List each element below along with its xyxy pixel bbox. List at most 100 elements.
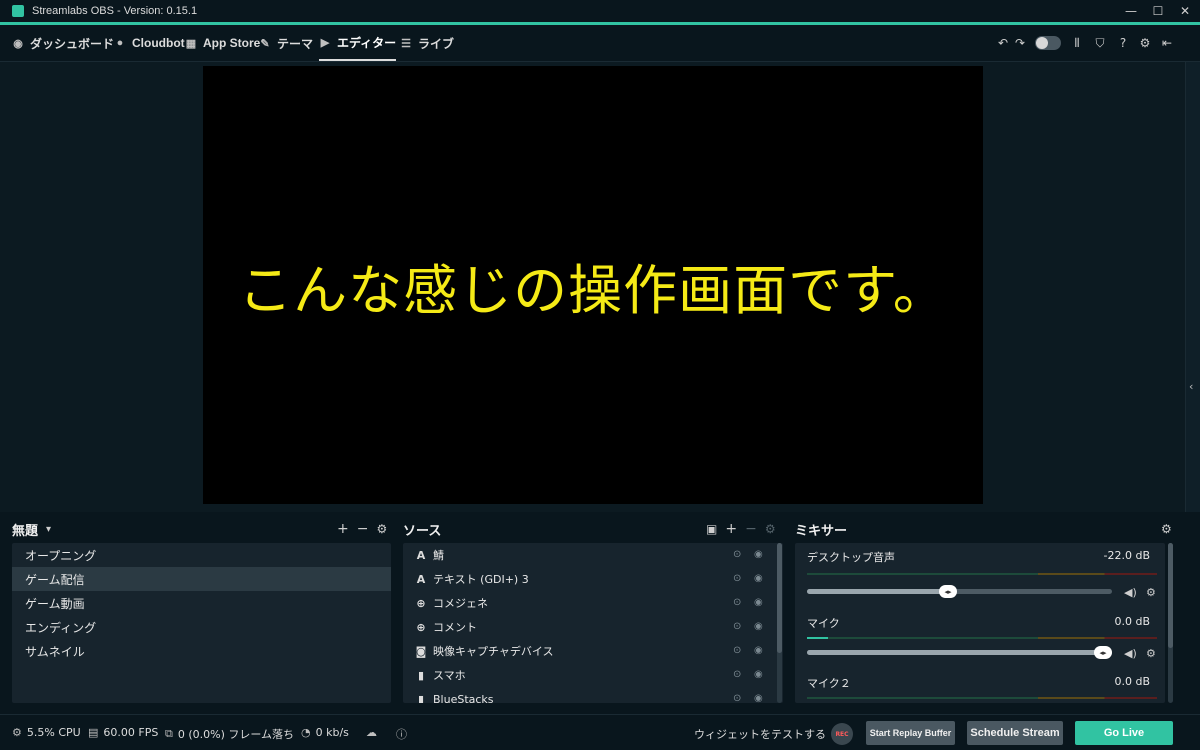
- eye-icon[interactable]: ◉: [754, 645, 763, 656]
- settings-icon[interactable]: ⚙: [1137, 35, 1153, 51]
- add-scene-button[interactable]: +: [337, 521, 349, 537]
- globe-icon: ⊕: [416, 620, 426, 634]
- add-source-button[interactable]: +: [725, 521, 737, 537]
- lock-icon[interactable]: ⊙: [733, 621, 741, 632]
- source-label: BlueStacks: [433, 692, 494, 704]
- slider-handle[interactable]: ◂▸: [939, 585, 957, 598]
- cloud-icon[interactable]: ☁: [366, 726, 377, 739]
- eye-icon[interactable]: ◉: [754, 669, 763, 680]
- source-item[interactable]: ⊕ コメント ⊙ ◉: [403, 615, 783, 639]
- shield-icon[interactable]: ⛉: [1092, 35, 1108, 51]
- dropped-frames-value: 0 (0.0%) フレーム落ち: [177, 728, 295, 741]
- window-title: Streamlabs OBS - Version: 0.15.1: [32, 5, 198, 17]
- eye-icon[interactable]: ◉: [754, 693, 763, 703]
- info-stat[interactable]: ⓘ: [396, 726, 407, 742]
- fps-icon: ▤: [88, 726, 99, 739]
- scene-item[interactable]: オープニング: [12, 543, 391, 567]
- volume-slider[interactable]: ◂▸: [807, 646, 1112, 659]
- replay-buffer-button[interactable]: Start Replay Buffer: [866, 721, 955, 745]
- channel-db: 0.0 dB: [1114, 615, 1150, 628]
- sources-title: ソース: [403, 523, 442, 539]
- info-icon[interactable]: ⓘ: [396, 726, 407, 742]
- sources-header: ソース: [403, 518, 441, 540]
- sources-scrollbar[interactable]: [777, 543, 782, 703]
- source-settings-icon[interactable]: ⚙: [765, 522, 776, 536]
- source-item[interactable]: ▮ BlueStacks ⊙ ◉: [403, 687, 783, 704]
- scene-item[interactable]: エンディング: [12, 615, 391, 639]
- channel-name: マイク: [807, 617, 840, 630]
- record-button[interactable]: REC: [831, 723, 853, 745]
- lock-icon[interactable]: ⊙: [733, 669, 741, 680]
- source-item[interactable]: A 鯖 ⊙ ◉: [403, 543, 783, 567]
- slider-handle[interactable]: ◂▸: [1094, 646, 1112, 659]
- lock-icon[interactable]: ⊙: [733, 549, 741, 560]
- scrollbar-thumb[interactable]: [1168, 543, 1173, 648]
- volume-slider[interactable]: ◂▸: [807, 585, 1112, 598]
- help-icon[interactable]: ?: [1115, 35, 1131, 51]
- go-live-button[interactable]: Go Live: [1075, 721, 1173, 745]
- chevron-left-icon: ‹: [1189, 380, 1194, 393]
- nav-dashboard[interactable]: ◉ ダッシュボード: [12, 25, 114, 61]
- add-folder-icon[interactable]: ▣: [706, 522, 717, 536]
- layout-icon[interactable]: ⦀: [1069, 35, 1085, 51]
- status-footer: ⚙ 5.5% CPU ▤ 60.00 FPS ⧉ 0 (0.0%) フレーム落ち…: [0, 714, 1200, 750]
- scene-item-selected[interactable]: ゲーム配信: [12, 567, 391, 591]
- cloudbot-icon: ●: [116, 37, 124, 49]
- remove-source-button[interactable]: −: [745, 521, 757, 537]
- nav-cloudbot[interactable]: ● Cloudbot: [114, 25, 185, 61]
- speaker-icon[interactable]: ◀): [1124, 647, 1137, 660]
- side-panel-toggle[interactable]: ‹: [1185, 62, 1200, 512]
- nav-editor[interactable]: ▶ エディター: [319, 25, 397, 61]
- test-widgets-link[interactable]: ウィジェットをテストする: [694, 726, 826, 742]
- scene-item[interactable]: ゲーム動画: [12, 591, 391, 615]
- scene-item[interactable]: サムネイル: [12, 639, 391, 663]
- lock-icon[interactable]: ⊙: [733, 597, 741, 608]
- close-button[interactable]: ✕: [1172, 0, 1198, 22]
- remove-scene-button[interactable]: −: [357, 521, 369, 537]
- stream-preview[interactable]: こんな感じの操作画面です。: [203, 66, 983, 504]
- scenes-list: オープニング ゲーム配信 ゲーム動画 エンディング サムネイル: [12, 543, 391, 703]
- scrollbar-thumb[interactable]: [777, 543, 782, 653]
- source-item[interactable]: A テキスト (GDI+) 3 ⊙ ◉: [403, 567, 783, 591]
- minimize-button[interactable]: —: [1118, 0, 1144, 22]
- dashboard-icon: ◉: [13, 37, 23, 50]
- eye-icon[interactable]: ◉: [754, 573, 763, 584]
- maximize-button[interactable]: ☐: [1145, 0, 1171, 22]
- gear-icon[interactable]: ⚙: [1146, 647, 1156, 660]
- source-item[interactable]: ◙ 映像キャプチャデバイス ⊙ ◉: [403, 639, 783, 663]
- scene-settings-icon[interactable]: ⚙: [376, 522, 387, 536]
- mixer-panel: デスクトップ音声 -22.0 dB ◂▸ ◀) ⚙ マイク 0.0 dB ◂▸ …: [795, 543, 1165, 703]
- camera-icon: ◙: [415, 644, 427, 658]
- channel-db: -22.0 dB: [1103, 549, 1151, 562]
- night-mode-toggle[interactable]: [1035, 36, 1061, 50]
- source-item[interactable]: ▮ スマホ ⊙ ◉: [403, 663, 783, 687]
- eye-icon[interactable]: ◉: [754, 621, 763, 632]
- mixer-settings-icon[interactable]: ⚙: [1161, 522, 1172, 536]
- nav-label: ライブ: [418, 36, 455, 51]
- live-icon: ☰: [401, 37, 411, 50]
- schedule-stream-button[interactable]: Schedule Stream: [967, 721, 1063, 745]
- eye-icon[interactable]: ◉: [754, 597, 763, 608]
- lock-icon[interactable]: ⊙: [733, 645, 741, 656]
- volume-meter: [807, 697, 1157, 699]
- lock-icon[interactable]: ⊙: [733, 693, 741, 703]
- fps-stat: ▤ 60.00 FPS: [88, 726, 158, 739]
- test-widgets-label[interactable]: ウィジェットをテストする: [694, 726, 826, 742]
- scenes-header[interactable]: 無題 ▾: [12, 518, 51, 540]
- source-item[interactable]: ⊕ コメジェネ ⊙ ◉: [403, 591, 783, 615]
- cloud-stat[interactable]: ☁: [366, 726, 377, 739]
- gear-icon[interactable]: ⚙: [1146, 586, 1156, 599]
- store-icon: ▦: [185, 37, 197, 50]
- redo-icon[interactable]: ↷: [1012, 35, 1028, 51]
- dropped-frames-icon: ⧉: [165, 727, 173, 740]
- eye-icon[interactable]: ◉: [754, 549, 763, 560]
- nav-themes[interactable]: ✎ テーマ: [259, 25, 313, 61]
- nav-app-store[interactable]: ▦ App Store: [185, 25, 261, 61]
- speaker-icon[interactable]: ◀): [1124, 586, 1137, 599]
- nav-live[interactable]: ☰ ライブ: [400, 25, 454, 61]
- undo-icon[interactable]: ↶: [995, 35, 1011, 51]
- lock-icon[interactable]: ⊙: [733, 573, 741, 584]
- logout-icon[interactable]: ⇤: [1159, 35, 1175, 51]
- mixer-scrollbar[interactable]: [1168, 543, 1173, 703]
- source-label: 映像キャプチャデバイス: [433, 645, 554, 658]
